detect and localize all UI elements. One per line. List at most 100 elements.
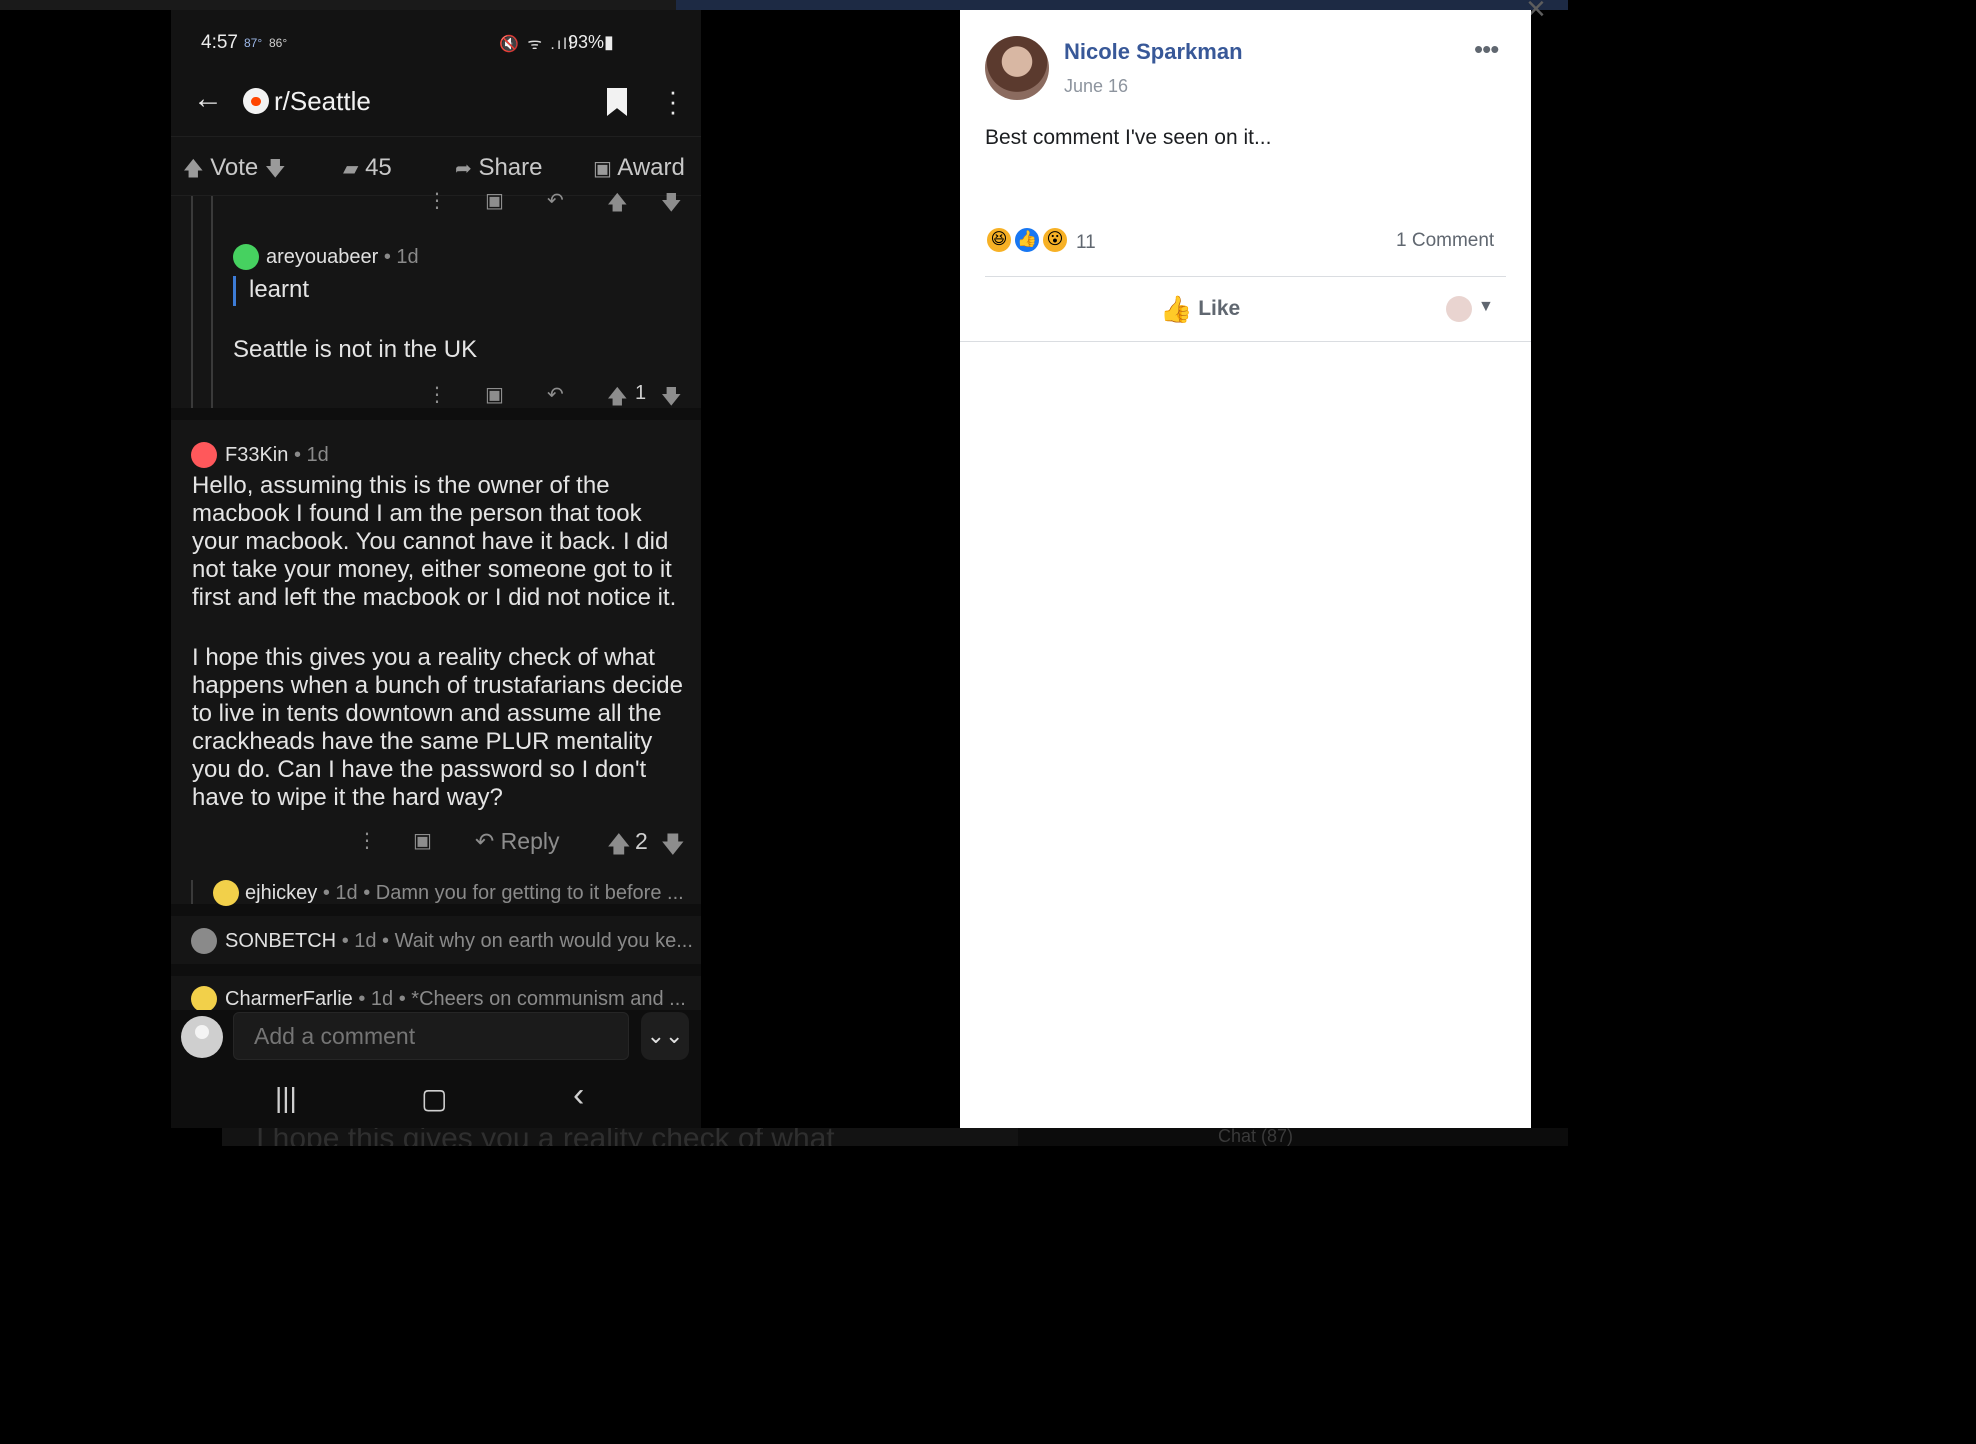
vote-label: Vote <box>210 154 259 181</box>
upvote-icon[interactable]: 🡅 <box>183 158 204 180</box>
user-avatar[interactable] <box>191 442 217 468</box>
recents-icon[interactable]: ||| <box>275 1082 297 1114</box>
background-chat-label: Chat (87) <box>1218 1126 1294 1146</box>
reply-icon[interactable]: ↶ <box>547 188 564 213</box>
comment-f33kin: F33Kin • 1d Hello, assuming this is the … <box>171 420 701 906</box>
background-bottom: I hope this gives you a reality check of… <box>222 1128 1018 1146</box>
reply-icon[interactable]: ↶ <box>547 382 564 407</box>
comment-bubble-icon: ▰ <box>343 158 359 180</box>
user-avatar <box>181 1016 223 1058</box>
vote-button[interactable]: 🡅 Vote 🡇 <box>183 154 286 188</box>
android-nav-bar: ||| ▢ ‹ <box>171 1070 701 1128</box>
comment-preview: • 1d • Damn you for getting to it before… <box>322 882 684 904</box>
share-button[interactable]: ➦ Share <box>455 154 542 182</box>
user-avatar[interactable] <box>191 986 217 1012</box>
comments-button[interactable]: ▰ 45 <box>343 154 392 182</box>
more-options-icon[interactable]: ••• <box>1474 34 1499 65</box>
reaction-count[interactable]: 11 <box>1076 232 1096 254</box>
like-button[interactable]: 👍 Like <box>1160 294 1240 328</box>
downvote-icon[interactable]: 🡇 <box>265 158 286 180</box>
status-signal-icons: 🔇 ᯤ .ıll <box>499 36 575 53</box>
downvote-icon[interactable]: 🡇 <box>661 828 685 867</box>
comment-age: • 1d <box>383 246 419 268</box>
reply-icon: ↶ <box>475 828 495 854</box>
reply-button[interactable]: ↶ Reply <box>475 828 559 855</box>
author-name[interactable]: SONBETCH <box>225 930 336 952</box>
comment-body: Seattle is not in the UK <box>233 336 478 363</box>
upvote-icon[interactable]: 🡅 <box>607 188 628 222</box>
comment-composer: ⌄⌄ <box>171 1010 701 1066</box>
post-date[interactable]: June 16 <box>1064 76 1128 97</box>
post-action-bar: 🡅 Vote 🡇 ▰ 45 ➦ Share ▣ Award <box>171 136 701 196</box>
comment-author[interactable]: F33Kin • 1d <box>225 444 329 467</box>
author-name[interactable]: ejhickey <box>245 882 317 904</box>
status-bar: 4:57 87° 86° 🔇 ᯤ .ıll 93%▮ <box>171 10 701 72</box>
thread-line <box>191 196 193 408</box>
like-reaction-icon: 👍 <box>1013 226 1041 254</box>
jump-down-icon[interactable]: ⌄⌄ <box>641 1012 689 1060</box>
reply-label: Reply <box>500 828 560 854</box>
profile-avatar[interactable] <box>985 36 1049 100</box>
back-icon[interactable]: ‹ <box>573 1076 584 1115</box>
haha-reaction-icon: 😆 <box>985 226 1013 254</box>
home-icon[interactable]: ▢ <box>421 1082 447 1115</box>
author-name[interactable]: CharmerFarlie <box>225 988 353 1010</box>
wow-reaction-icon: 😮 <box>1041 226 1069 254</box>
comment-author[interactable]: areyouabeer • 1d <box>266 246 419 269</box>
comment-count-link[interactable]: 1 Comment <box>1396 230 1494 252</box>
award-label: Award <box>617 154 685 181</box>
upvote-icon[interactable]: 🡅 <box>607 828 631 867</box>
comment-age: • 1d <box>293 444 329 466</box>
award-button[interactable]: ▣ Award <box>593 154 685 182</box>
collapsed-comment-sonbetch[interactable]: SONBETCH • 1d • Wait why on earth would … <box>171 916 701 964</box>
quote-bar <box>233 276 236 306</box>
mini-avatar <box>1446 296 1472 322</box>
overflow-menu-icon[interactable]: · · · <box>665 78 681 124</box>
thread-line <box>191 880 193 904</box>
gift-icon[interactable]: ▣ <box>485 382 504 407</box>
app-bar: ← r/Seattle · · · <box>171 72 701 136</box>
user-avatar[interactable] <box>233 244 259 270</box>
user-avatar[interactable] <box>191 928 217 954</box>
subreddit-title[interactable]: r/Seattle <box>274 86 371 117</box>
subreddit-icon <box>243 88 269 114</box>
status-temp-alt: 86° <box>269 36 288 50</box>
status-time: 4:57 <box>201 32 238 53</box>
downvote-icon[interactable]: 🡇 <box>661 382 682 416</box>
post-as-selector[interactable]: ▼ <box>1446 296 1506 324</box>
gift-icon[interactable]: ▣ <box>413 828 432 853</box>
comment-score: 1 <box>635 382 647 404</box>
comment-thread-areyouabeer: ⋮ ▣ ↶ 🡅 🡇 areyouabeer • 1d learnt Seattl… <box>171 190 701 408</box>
share-label: Share <box>478 154 543 181</box>
more-options-icon[interactable]: ⋮ <box>427 188 447 213</box>
thread-line <box>211 196 213 408</box>
comment-score: 2 <box>635 828 648 854</box>
divider <box>960 341 1531 342</box>
bookmark-icon[interactable] <box>607 88 627 116</box>
background-ghost-text: I hope this gives you a reality check of… <box>256 1128 835 1146</box>
background-top-right <box>676 0 1568 10</box>
author-name[interactable]: F33Kin <box>225 444 288 466</box>
upvote-icon[interactable]: 🡅 <box>607 382 628 416</box>
status-temp-current: 87° <box>244 36 263 50</box>
post-author-name[interactable]: Nicole Sparkman <box>1064 39 1243 65</box>
more-options-icon[interactable]: ⋮ <box>427 382 447 407</box>
divider <box>985 276 1506 277</box>
thumbs-up-icon: 👍 <box>1160 294 1193 324</box>
like-label: Like <box>1198 297 1241 320</box>
author-name[interactable]: areyouabeer <box>266 246 378 268</box>
user-avatar[interactable] <box>213 880 239 906</box>
downvote-icon[interactable]: 🡇 <box>661 188 682 222</box>
comment-preview: • 1d • *Cheers on communism and ... <box>358 988 686 1010</box>
back-arrow-icon[interactable]: ← <box>193 84 223 118</box>
post-text: Best comment I've seen on it... <box>985 126 1272 149</box>
caret-down-icon: ▼ <box>1478 298 1494 315</box>
collapsed-comment[interactable]: ejhickey • 1d • Damn you for getting to … <box>245 882 684 905</box>
more-options-icon[interactable]: ⋮ <box>357 828 377 853</box>
gift-icon[interactable]: ▣ <box>485 188 504 213</box>
facebook-post-panel: Nicole Sparkman June 16 ••• Best comment… <box>960 10 1531 1128</box>
comment-body-paragraph-2: I hope this gives you a reality check of… <box>192 644 684 811</box>
gift-icon: ▣ <box>593 158 612 180</box>
phone-screenshot: 4:57 87° 86° 🔇 ᯤ .ıll 93%▮ ← r/Seattle ·… <box>171 10 701 1128</box>
add-comment-input[interactable] <box>233 1012 629 1060</box>
